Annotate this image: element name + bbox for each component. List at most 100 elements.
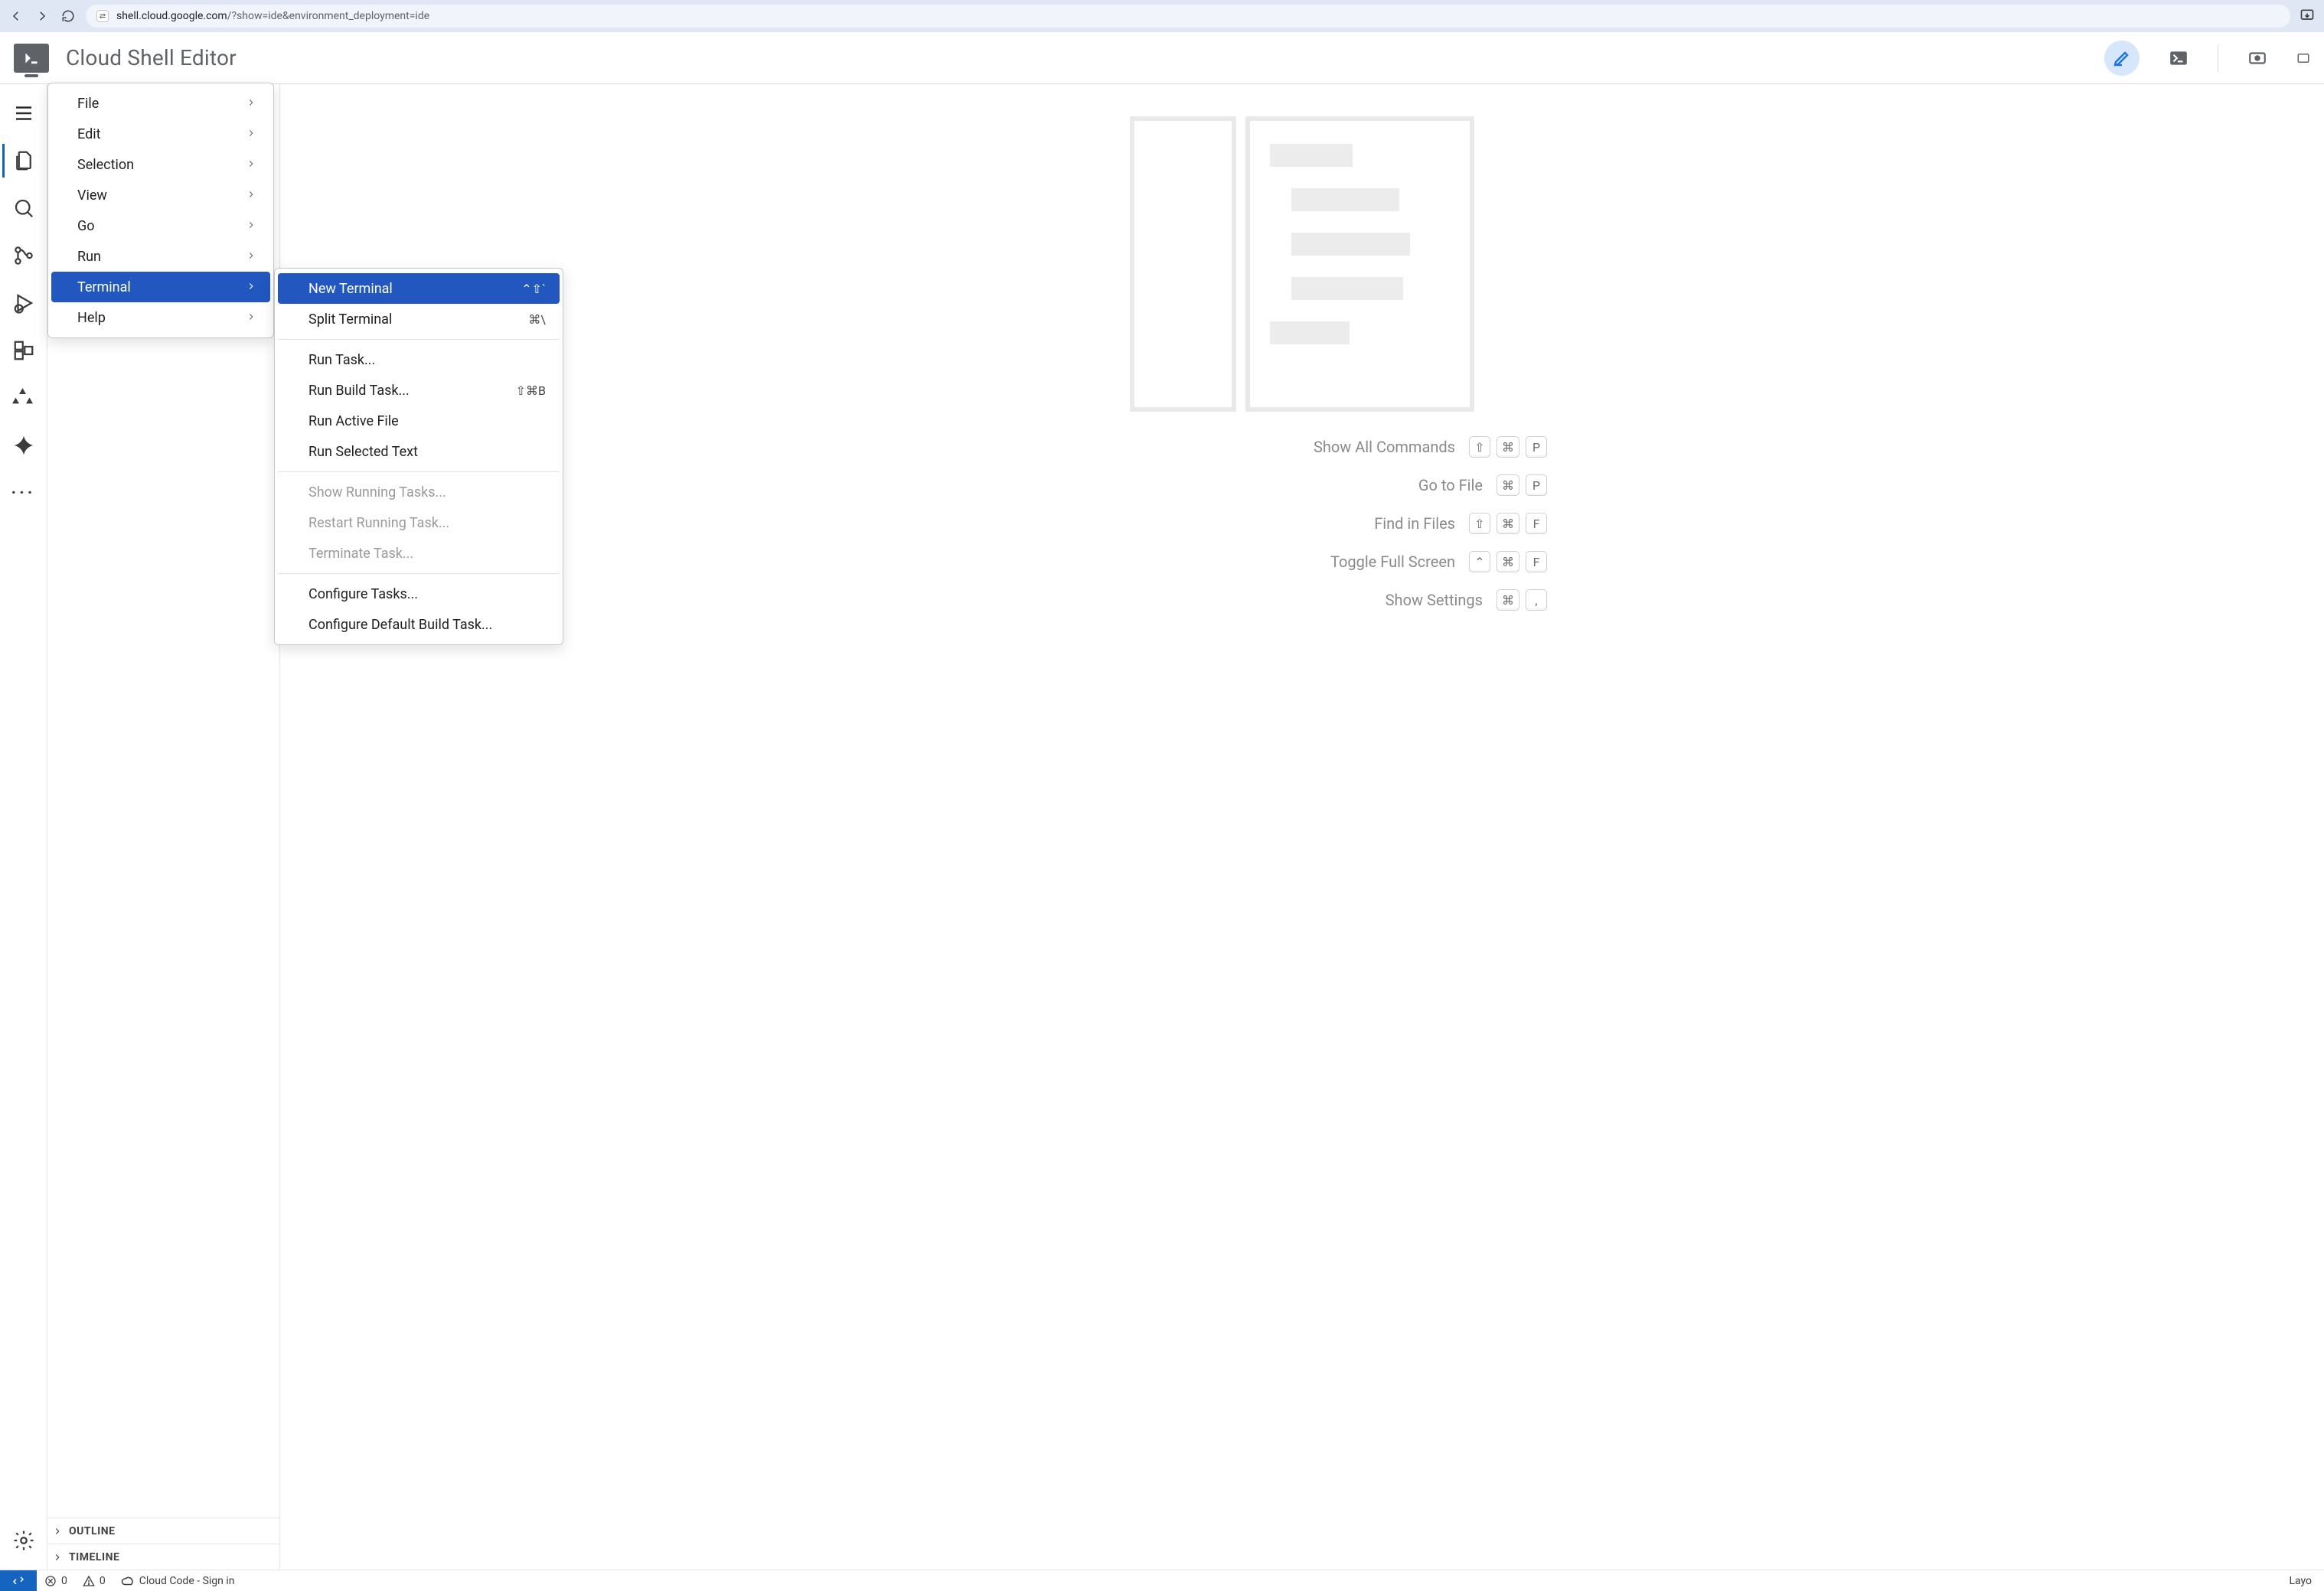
- chevron-right-icon: [246, 218, 256, 234]
- submenu-item-shortcut: ⌃⇧`: [521, 282, 546, 296]
- keycap: ⇧: [1469, 513, 1490, 534]
- keycap: ⇧: [1469, 436, 1490, 458]
- hamburger-menu-button[interactable]: [2, 92, 45, 135]
- hint-keycaps: ⌃⌘F: [1469, 551, 1547, 572]
- submenu-item-show-running-tasks: Show Running Tasks...: [278, 477, 560, 507]
- layout-status[interactable]: Layo: [2289, 1575, 2324, 1587]
- menu-item-terminal[interactable]: Terminal: [51, 272, 270, 302]
- cloud-code-tab[interactable]: [2, 377, 45, 419]
- menu-item-go[interactable]: Go: [51, 210, 270, 241]
- keycap: ⌘: [1497, 513, 1519, 534]
- submenu-item-configure-tasks[interactable]: Configure Tasks...: [278, 579, 560, 609]
- outline-section[interactable]: OUTLINE: [47, 1518, 279, 1544]
- reload-button[interactable]: [60, 8, 77, 24]
- submenu-item-run-build-task[interactable]: Run Build Task...⇧⌘B: [278, 375, 560, 406]
- address-bar[interactable]: ⇄ shell.cloud.google.com/?show=ide&envir…: [86, 5, 2290, 28]
- settings-button[interactable]: [2, 1519, 45, 1562]
- submenu-item-run-selected-text[interactable]: Run Selected Text: [278, 436, 560, 467]
- hint-row[interactable]: Find in Files⇧⌘F: [1057, 513, 1547, 534]
- browser-chrome: ⇄ shell.cloud.google.com/?show=ide&envir…: [0, 0, 2324, 32]
- hint-keycaps: ⇧ ⌘ P: [1469, 436, 1547, 458]
- submenu-item-label: New Terminal: [308, 281, 393, 297]
- hint-keycaps: ⌘,: [1497, 589, 1547, 611]
- submenu-item-label: Split Terminal: [308, 311, 392, 328]
- menu-separator: [278, 339, 560, 340]
- status-bar: 0 0 Cloud Code - Sign in Layo: [0, 1570, 2324, 1591]
- remote-indicator[interactable]: [0, 1570, 37, 1591]
- explorer-tab[interactable]: [2, 139, 45, 182]
- menu-separator: [278, 573, 560, 574]
- submenu-item-label: Configure Default Build Task...: [308, 617, 492, 633]
- site-info-icon[interactable]: ⇄: [96, 10, 109, 22]
- hint-row[interactable]: Go to File ⌘ P: [1057, 474, 1547, 496]
- submenu-item-shortcut: ⇧⌘B: [516, 383, 546, 398]
- header-actions: [2104, 41, 2310, 76]
- menu-separator: [278, 471, 560, 472]
- submenu-item-label: Restart Running Task...: [308, 515, 449, 531]
- hint-row[interactable]: Toggle Full Screen⌃⌘F: [1057, 551, 1547, 572]
- more-button[interactable]: [2296, 41, 2310, 76]
- cloud-code-label: Cloud Code - Sign in: [139, 1575, 235, 1587]
- submenu-item-split-terminal[interactable]: Split Terminal⌘\: [278, 304, 560, 334]
- keycap: ⌃: [1469, 551, 1490, 572]
- welcome-placeholder: [1130, 116, 1474, 412]
- search-tab[interactable]: [2, 187, 45, 230]
- outline-label: OUTLINE: [69, 1525, 115, 1537]
- menu-item-help[interactable]: Help: [51, 302, 270, 333]
- menu-item-edit[interactable]: Edit: [51, 119, 270, 149]
- error-count: 0: [61, 1575, 67, 1587]
- submenu-item-label: Run Active File: [308, 413, 399, 429]
- warning-count: 0: [100, 1575, 106, 1587]
- back-button[interactable]: [8, 8, 24, 24]
- keycap: P: [1526, 436, 1547, 458]
- submenu-item-terminate-task: Terminate Task...: [278, 538, 560, 569]
- submenu-item-run-active-file[interactable]: Run Active File: [278, 406, 560, 436]
- timeline-section[interactable]: TIMELINE: [47, 1544, 279, 1570]
- keycap: ⌘: [1497, 589, 1519, 611]
- extensions-tab[interactable]: [2, 329, 45, 372]
- keycap: ⌘: [1497, 474, 1519, 496]
- submenu-item-label: Run Selected Text: [308, 444, 418, 460]
- url-path: /?show=ide&environment_deployment=ide: [227, 10, 429, 22]
- problems-warnings[interactable]: 0: [75, 1575, 113, 1587]
- keycap: ⌘: [1497, 551, 1519, 572]
- submenu-item-configure-default-build-task[interactable]: Configure Default Build Task...: [278, 609, 560, 640]
- problems-errors[interactable]: 0: [37, 1575, 75, 1587]
- hint-row[interactable]: Show All Commands⇧⌘P: [1057, 436, 1547, 458]
- menu-item-label: Edit: [77, 126, 100, 142]
- menu-item-label: Go: [77, 218, 95, 234]
- main-menu: File Edit Selection View Go Run TerminalHelp: [47, 83, 274, 338]
- editor-area: Show All Commands⇧⌘PGo to File⌘PFind in …: [280, 84, 2324, 1570]
- gemini-tab[interactable]: [2, 424, 45, 467]
- source-control-tab[interactable]: [2, 234, 45, 277]
- hint-label: Show Settings: [1307, 591, 1483, 609]
- chevron-right-icon: [246, 157, 256, 173]
- hint-keycaps: ⇧⌘F: [1469, 513, 1547, 534]
- more-views-button[interactable]: ···: [2, 471, 45, 514]
- keycap: ⌘: [1497, 436, 1519, 458]
- menu-item-label: Selection: [77, 157, 134, 173]
- open-terminal-button[interactable]: [2161, 41, 2196, 76]
- hint-label: Go to File: [1307, 476, 1483, 494]
- cloud-code-status[interactable]: Cloud Code - Sign in: [113, 1574, 243, 1588]
- forward-button[interactable]: [34, 8, 51, 24]
- submenu-item-label: Terminate Task...: [308, 546, 413, 562]
- open-editor-button[interactable]: [2104, 41, 2140, 76]
- menu-item-file[interactable]: File: [51, 88, 270, 119]
- run-debug-tab[interactable]: [2, 282, 45, 324]
- keycap: P: [1526, 474, 1547, 496]
- install-app-icon[interactable]: [2300, 8, 2316, 24]
- menu-item-label: View: [77, 187, 107, 204]
- preview-button[interactable]: [2240, 41, 2275, 76]
- keycap: ,: [1526, 589, 1547, 611]
- hint-row[interactable]: Show Settings ⌘,: [1057, 589, 1547, 611]
- submenu-item-new-terminal[interactable]: New Terminal ⌃⇧`: [278, 273, 560, 304]
- submenu-item-run-task[interactable]: Run Task...: [278, 344, 560, 375]
- menu-item-label: Run: [77, 249, 101, 265]
- menu-item-view[interactable]: View: [51, 180, 270, 210]
- menu-item-selection[interactable]: Selection: [51, 149, 270, 180]
- menu-item-run[interactable]: Run: [51, 241, 270, 272]
- hint-label: Toggle Full Screen: [1279, 553, 1455, 571]
- workspace: ··· File Edit Selection View Go Run TerminalHe…: [0, 84, 2324, 1570]
- chevron-right-icon: [246, 249, 256, 265]
